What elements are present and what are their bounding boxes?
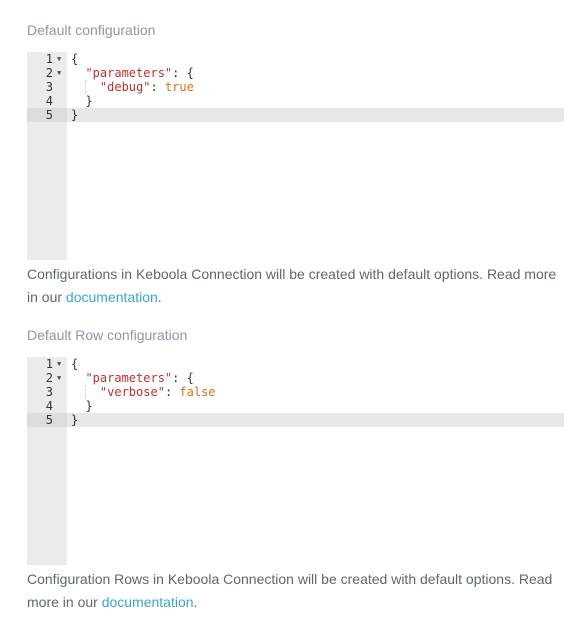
json-punctuation: : {	[172, 371, 194, 385]
json-boolean: true	[164, 80, 194, 94]
line-number: 5	[45, 413, 53, 427]
code-line[interactable]: 1 ▼{	[27, 357, 564, 371]
code-line[interactable]: 3 "verbose": false	[27, 385, 564, 399]
section-label-default-configuration: Default configuration	[27, 22, 156, 38]
code-line[interactable]: 5}	[27, 108, 564, 122]
line-number-cell: 3	[27, 80, 67, 94]
code-line[interactable]: 3 "debug": true	[27, 80, 564, 94]
json-punctuation	[71, 80, 100, 94]
line-number: 4	[45, 94, 53, 108]
description-suffix: .	[157, 289, 162, 305]
code-text: "parameters": {	[71, 371, 194, 385]
line-number: 3	[45, 385, 53, 399]
fold-arrow-icon[interactable]: ▼	[57, 357, 65, 371]
line-number-cell: 5	[27, 413, 67, 427]
code-line[interactable]: 5}	[27, 413, 564, 427]
json-punctuation: }	[71, 108, 79, 122]
line-number-cell: 5	[27, 108, 67, 122]
line-number-cell: 4	[27, 399, 67, 413]
json-punctuation	[71, 66, 85, 80]
line-number: 2	[45, 371, 53, 385]
line-number: 1	[45, 357, 53, 371]
code-text: }	[71, 413, 78, 427]
line-number-cell: 1 ▼	[27, 357, 67, 371]
json-key: "parameters"	[85, 66, 173, 80]
code-text: }	[71, 108, 78, 122]
json-punctuation: :	[164, 385, 180, 399]
json-editor-default-configuration[interactable]: 1 ▼{2 ▼ "parameters": {3 "debug": true 4 } 5…	[27, 52, 564, 260]
code-text: }	[71, 94, 93, 108]
code-text: {	[71, 52, 78, 66]
line-number: 4	[45, 399, 53, 413]
json-punctuation: :	[150, 80, 165, 94]
json-punctuation: }	[71, 399, 93, 413]
json-key: "verbose"	[99, 385, 165, 399]
code-text: "verbose": false	[71, 385, 216, 399]
line-number-cell: 2 ▼	[27, 371, 67, 385]
code-text: "debug": true	[71, 80, 194, 94]
json-punctuation: }	[71, 94, 93, 108]
json-editor-default-row-configuration[interactable]: 1 ▼{2 ▼ "parameters": {3 "verbose": false 4…	[27, 357, 564, 565]
code-line[interactable]: 4 }	[27, 399, 564, 413]
json-punctuation: : {	[172, 66, 194, 80]
json-key: "debug"	[99, 80, 151, 94]
json-punctuation: {	[71, 357, 79, 371]
line-number-cell: 2 ▼	[27, 66, 67, 80]
fold-arrow-icon[interactable]: ▼	[57, 52, 65, 66]
description-default-row-configuration: Configuration Rows in Keboola Connection…	[27, 568, 564, 614]
fold-arrow-icon[interactable]: ▼	[57, 66, 65, 80]
code-line[interactable]: 4 }	[27, 94, 564, 108]
json-boolean: false	[179, 385, 216, 399]
line-number: 3	[45, 80, 53, 94]
line-number-cell: 4	[27, 94, 67, 108]
json-punctuation	[71, 385, 100, 399]
json-punctuation: }	[71, 413, 79, 427]
json-punctuation	[71, 371, 85, 385]
section-label-default-row-configuration: Default Row configuration	[27, 327, 188, 343]
documentation-link[interactable]: documentation	[66, 289, 158, 305]
json-key: "parameters"	[85, 371, 173, 385]
description-default-configuration: Configurations in Keboola Connection wil…	[27, 263, 564, 309]
line-number-cell: 1 ▼	[27, 52, 67, 66]
documentation-link[interactable]: documentation	[102, 594, 194, 610]
line-number: 2	[45, 66, 53, 80]
line-number: 1	[45, 52, 53, 66]
description-suffix: .	[193, 594, 198, 610]
json-punctuation: {	[71, 52, 79, 66]
code-text: {	[71, 357, 78, 371]
code-text: "parameters": {	[71, 66, 194, 80]
fold-arrow-icon[interactable]: ▼	[57, 371, 65, 385]
code-line[interactable]: 1 ▼{	[27, 52, 564, 66]
code-line[interactable]: 2 ▼ "parameters": {	[27, 66, 564, 80]
line-number: 5	[45, 108, 53, 122]
code-text: }	[71, 399, 93, 413]
line-number-cell: 3	[27, 385, 67, 399]
code-line[interactable]: 2 ▼ "parameters": {	[27, 371, 564, 385]
